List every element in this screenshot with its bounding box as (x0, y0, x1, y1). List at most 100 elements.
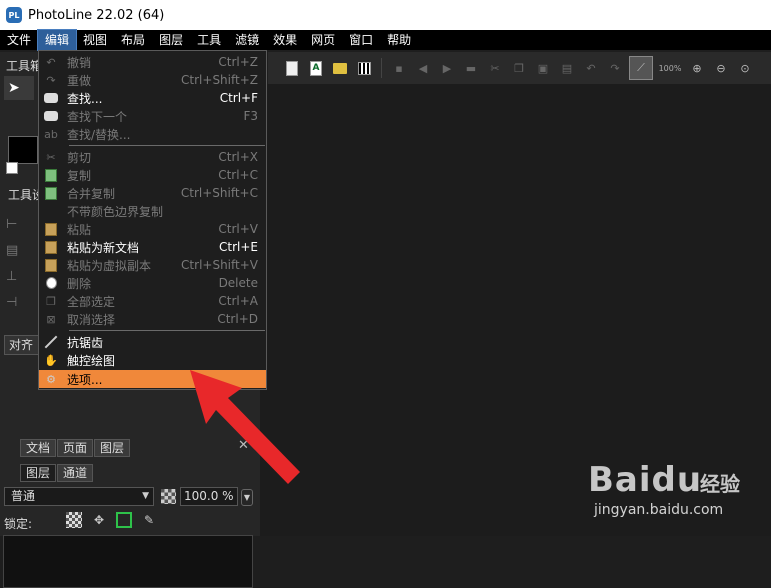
find-replace-icon: ab (44, 127, 58, 141)
tab-page[interactable]: 页面 (57, 439, 94, 457)
layer-list[interactable] (3, 535, 253, 588)
menu-layout[interactable]: 布局 (114, 30, 152, 50)
menu-tools[interactable]: 工具 (190, 30, 228, 50)
menu-item-find[interactable]: 查找... Ctrl+F (39, 89, 266, 107)
menu-item-label: 全部选定 (67, 294, 116, 309)
menu-item-find-next[interactable]: 查找下一个 F3 (39, 107, 266, 125)
menu-window[interactable]: 窗口 (342, 30, 380, 50)
menu-item-label: 粘贴 (67, 222, 92, 237)
paste-virtual-icon (39, 256, 63, 274)
menu-effects[interactable]: 效果 (266, 30, 304, 50)
lock-paint-icon[interactable]: ✎ (141, 512, 157, 528)
zoom-out-icon[interactable]: ⊖ (711, 58, 731, 78)
menu-item-label: 取消选择 (67, 312, 116, 327)
tab-channels[interactable]: 通道 (57, 464, 94, 482)
trash-icon (39, 274, 63, 292)
paste-icon[interactable]: ▣ (533, 58, 553, 78)
tab-layers[interactable]: 图层 (20, 464, 57, 482)
undo-icon[interactable]: ↶ (581, 58, 601, 78)
arrow-pointer-icon: ➤ (8, 80, 20, 96)
lock-options: ✥ ✎ (66, 512, 157, 528)
menu-item-find-replace[interactable]: ab 查找/替换... (39, 125, 266, 143)
menu-layer[interactable]: 图层 (152, 30, 190, 50)
menu-item-select-all[interactable]: ❐ 全部选定 Ctrl+A (39, 292, 266, 310)
back-icon[interactable]: ◀ (413, 58, 433, 78)
menu-item-paste[interactable]: 粘贴 Ctrl+V (39, 220, 266, 238)
zoom-level[interactable]: 100% (657, 64, 683, 73)
menu-bar: 文件 编辑 视图 布局 图层 工具 滤镜 效果 网页 窗口 帮助 (0, 29, 771, 51)
align-dropdown[interactable]: 对齐 (4, 335, 40, 355)
menu-item-shortcut: F3 (243, 109, 258, 123)
menu-edit[interactable]: 编辑 (37, 29, 78, 51)
lock-position-icon[interactable]: ✥ (91, 512, 107, 528)
menu-item-shortcut: Ctrl+A (218, 294, 258, 308)
menu-item-copy[interactable]: 复制 Ctrl+C (39, 166, 266, 184)
background-color-swatch[interactable] (6, 162, 18, 174)
watermark-jingyan: 经验 (700, 472, 740, 496)
menu-item-copy-no-border[interactable]: 不带颜色边界复制 (39, 202, 266, 220)
save-icon[interactable]: ▪ (389, 58, 409, 78)
menu-item-paste-new-document[interactable]: 粘贴为新文档 Ctrl+E (39, 238, 266, 256)
zoom-fit-icon[interactable]: ⊙ (735, 58, 755, 78)
copy-icon[interactable]: ❐ (509, 58, 529, 78)
scan-icon[interactable] (354, 58, 374, 78)
menu-file[interactable]: 文件 (0, 30, 38, 50)
open-folder-icon[interactable] (330, 58, 350, 78)
select-all-icon: ❐ (46, 294, 56, 308)
new-text-document-icon[interactable]: A (306, 58, 326, 78)
menu-help[interactable]: 帮助 (380, 30, 418, 50)
opacity-checker-icon (161, 489, 176, 504)
menu-item-label: 粘贴为新文档 (67, 240, 140, 255)
menu-item-label: 合并复制 (67, 186, 116, 201)
zoom-in-icon[interactable]: ⊕ (687, 58, 707, 78)
lock-label: 锁定: (4, 517, 33, 531)
forward-icon[interactable]: ▶ (437, 58, 457, 78)
new-document-icon[interactable] (282, 58, 302, 78)
red-arrow-shape (190, 370, 300, 484)
deselect-icon: ⊠ (46, 312, 56, 326)
menu-item-paste-virtual[interactable]: 粘贴为虚拟副本 Ctrl+Shift+V (39, 256, 266, 274)
menu-item-shortcut: Ctrl+Z (218, 55, 258, 69)
menu-item-merge-copy[interactable]: 合并复制 Ctrl+Shift+C (39, 184, 266, 202)
tab-layers-doc[interactable]: 图层 (94, 439, 131, 457)
undo-icon: ↶ (46, 55, 56, 69)
paste-new-icon[interactable]: ▤ (557, 58, 577, 78)
app-logo-icon: PL (6, 7, 22, 23)
menu-item-label: 查找... (67, 91, 103, 106)
menu-item-deselect[interactable]: ⊠ 取消选择 Ctrl+D (39, 310, 266, 328)
menu-view[interactable]: 视图 (76, 30, 114, 50)
cut-icon[interactable]: ✂ (485, 58, 505, 78)
menu-item-label: 重做 (67, 73, 92, 88)
print-icon[interactable]: ▬ (461, 58, 481, 78)
menu-item-redo[interactable]: ↷ 重做 Ctrl+Shift+Z (39, 71, 266, 89)
menu-item-delete[interactable]: 删除 Delete (39, 274, 266, 292)
menu-item-cut[interactable]: ✂ 剪切 Ctrl+X (39, 148, 266, 166)
blend-mode-select[interactable]: 普通 ▼ (4, 487, 154, 506)
baidu-logo: Baidu (588, 460, 703, 500)
toolbox-tab[interactable]: 工具箱 (6, 57, 42, 74)
menu-item-label: 复制 (67, 168, 92, 183)
antialias-icon (39, 333, 63, 351)
tab-document[interactable]: 文档 (20, 439, 57, 457)
copy-icon (39, 166, 63, 184)
redo-icon[interactable]: ↷ (605, 58, 625, 78)
lock-transparency-icon[interactable] (66, 512, 82, 528)
watermark-url: jingyan.baidu.com (594, 502, 724, 518)
menu-item-shortcut: Ctrl+X (218, 150, 258, 164)
foreground-color-swatch[interactable] (8, 136, 38, 164)
opacity-dropdown-button[interactable]: ▼ (241, 489, 253, 506)
chevron-down-icon: ▼ (142, 491, 149, 501)
menu-web[interactable]: 网页 (304, 30, 342, 50)
binoculars-icon (39, 107, 63, 125)
title-bar: PL PhotoLine 22.02 (64) (0, 0, 771, 30)
menu-item-label: 查找/替换... (67, 127, 131, 142)
paste-new-icon (39, 238, 63, 256)
menu-item-undo[interactable]: ↶ 撤销 Ctrl+Z (39, 53, 266, 71)
antialias-toggle-icon[interactable]: ⟋ (629, 56, 653, 80)
align-tool-icons[interactable]: ⊢ ▤ ⊥ ⊣ (6, 212, 36, 332)
menu-item-label: 抗锯齿 (67, 335, 104, 350)
lock-size-icon[interactable] (116, 512, 132, 528)
menu-item-shortcut: Ctrl+C (218, 168, 258, 182)
menu-item-antialias[interactable]: 抗锯齿 (39, 333, 266, 351)
menu-filter[interactable]: 滤镜 (228, 30, 266, 50)
